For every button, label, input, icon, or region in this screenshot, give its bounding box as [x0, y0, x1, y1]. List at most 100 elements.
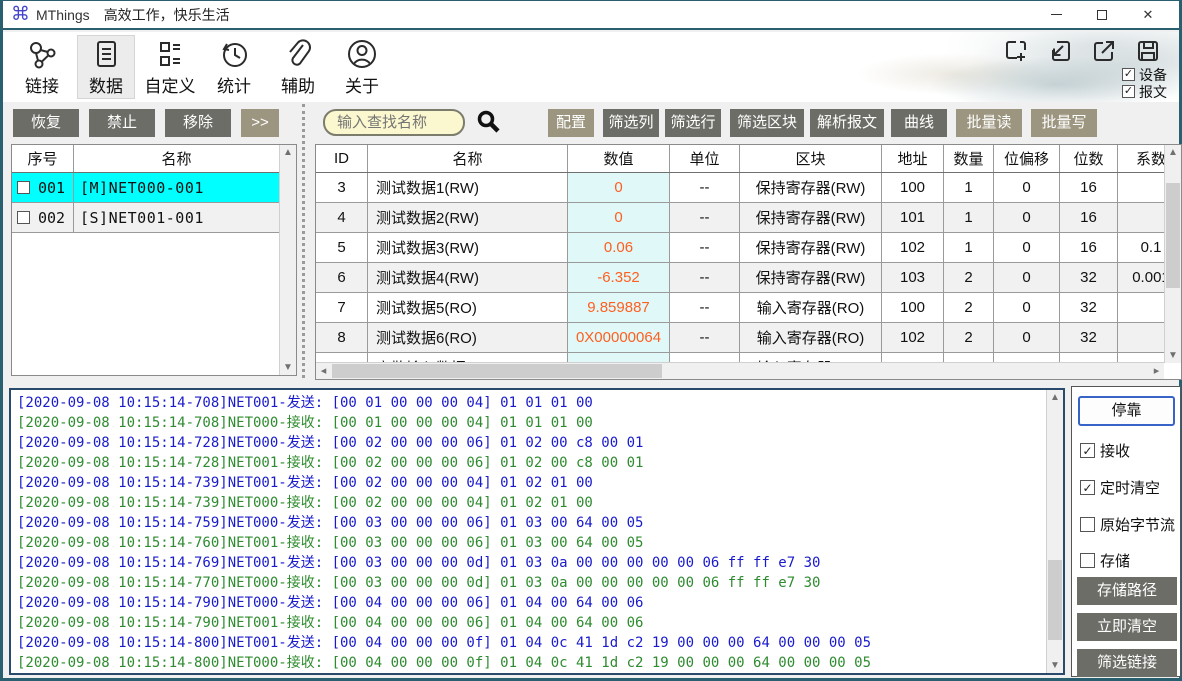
- store-checkbox[interactable]: [1080, 553, 1095, 568]
- table-row[interactable]: 3测试数据1(RW)0--保持寄存器(RW)1001016: [316, 173, 1182, 203]
- export-icon[interactable]: [1091, 38, 1117, 64]
- message-log-panel[interactable]: [2020-09-08 10:15:14-708]NET001-发送: [00 …: [9, 388, 1065, 675]
- curve-button[interactable]: 曲线: [891, 109, 947, 137]
- table-row[interactable]: 5测试数据3(RW)0.06--保持寄存器(RW)10210160.1: [316, 233, 1182, 263]
- filter-row-button[interactable]: 筛选行: [665, 109, 721, 137]
- device-row-name: [M]NET000-001: [74, 173, 281, 202]
- col-value[interactable]: 数值: [568, 145, 670, 172]
- disable-button[interactable]: 禁止: [89, 109, 155, 137]
- nav-item-about[interactable]: 关于: [333, 35, 391, 99]
- device-row-checkbox[interactable]: [17, 181, 30, 194]
- device-list-scrollbar[interactable]: ▲ ▼: [279, 145, 296, 375]
- device-row[interactable]: 002[S]NET001-001: [12, 203, 281, 233]
- cell-bitoff: 0: [994, 293, 1060, 322]
- cell-qty: 2: [944, 263, 994, 292]
- receive-checkbox[interactable]: [1080, 443, 1095, 458]
- panel-splitter[interactable]: [302, 104, 305, 378]
- batch-read-button[interactable]: 批量读: [956, 109, 1022, 137]
- minimize-button[interactable]: [1033, 1, 1079, 28]
- log-scrollbar[interactable]: ▲ ▼: [1046, 390, 1063, 673]
- maximize-button[interactable]: [1079, 1, 1125, 28]
- remove-button[interactable]: 移除: [165, 109, 231, 137]
- nav-item-link[interactable]: 链接: [13, 35, 71, 99]
- log-line: [2020-09-08 10:15:14-708]NET001-发送: [00 …: [17, 393, 1045, 413]
- filter-column-button[interactable]: 筛选列: [603, 109, 659, 137]
- cell-qty: 2: [944, 293, 994, 322]
- timed-clear-checkbox[interactable]: [1080, 480, 1095, 495]
- raw-bytes-label: 原始字节流: [1100, 514, 1175, 535]
- log-line: [2020-09-08 10:15:14-769]NET001-发送: [00 …: [17, 553, 1045, 573]
- filter-links-button[interactable]: 筛选链接: [1077, 649, 1177, 677]
- data-table-vscrollbar[interactable]: ▲ ▼: [1164, 145, 1181, 363]
- cell-value: 0: [568, 203, 670, 232]
- cell-bits: 32: [1060, 323, 1118, 352]
- cell-id: 4: [316, 203, 368, 232]
- device-checkbox[interactable]: [1122, 68, 1135, 81]
- cell-unit: --: [670, 173, 740, 202]
- log-line: [2020-09-08 10:15:14-739]NET001-发送: [00 …: [17, 473, 1045, 493]
- search-icon[interactable]: [475, 108, 503, 141]
- app-slogan: 高效工作，快乐生活: [104, 5, 230, 25]
- nav-item-assist[interactable]: 辅助: [269, 35, 327, 99]
- log-line: [2020-09-08 10:15:14-739]NET000-接收: [00 …: [17, 493, 1045, 513]
- nav-label: 关于: [345, 72, 379, 97]
- receive-toggle[interactable]: 接收: [1080, 440, 1130, 461]
- raw-bytes-checkbox[interactable]: [1080, 517, 1095, 532]
- device-toggle[interactable]: 设备: [1122, 66, 1167, 83]
- cell-block: 输入寄存器(RO): [740, 323, 882, 352]
- raw-bytes-toggle[interactable]: 原始字节流: [1080, 514, 1175, 535]
- filter-block-button[interactable]: 筛选区块: [730, 109, 804, 137]
- col-name[interactable]: 名称: [368, 145, 568, 172]
- app-window: ⌘ MThings 高效工作，快乐生活 ✕ 链接 数据 自定义: [0, 0, 1182, 681]
- cell-bitoff: 0: [994, 263, 1060, 292]
- title-bar: ⌘ MThings 高效工作，快乐生活 ✕: [3, 1, 1179, 30]
- maximize-icon: [1097, 10, 1107, 20]
- timed-clear-toggle[interactable]: 定时清空: [1080, 477, 1160, 498]
- nav-item-data[interactable]: 数据: [77, 35, 135, 99]
- message-toggle[interactable]: 报文: [1122, 83, 1167, 100]
- history-clock-icon: [218, 38, 250, 70]
- message-checkbox[interactable]: [1122, 85, 1135, 98]
- table-row[interactable]: 7测试数据5(RO)9.859887--输入寄存器(RO)1002032: [316, 293, 1182, 323]
- col-addr[interactable]: 地址: [882, 145, 944, 172]
- config-button[interactable]: 配置: [548, 109, 594, 137]
- device-list-body: 001[M]NET000-001002[S]NET001-001: [12, 173, 296, 233]
- col-unit[interactable]: 单位: [670, 145, 740, 172]
- table-row[interactable]: 4测试数据2(RW)0--保持寄存器(RW)1011016: [316, 203, 1182, 233]
- col-bitoffset[interactable]: 位偏移: [994, 145, 1060, 172]
- log-line: [2020-09-08 10:15:14-800]NET000-接收: [00 …: [17, 653, 1045, 673]
- import-icon[interactable]: [1047, 38, 1073, 64]
- timed-clear-label: 定时清空: [1100, 477, 1160, 498]
- data-table-hscrollbar[interactable]: ◂ ▸: [316, 362, 1164, 379]
- data-icon: [90, 38, 122, 70]
- cell-name: 测试数据4(RW): [368, 263, 568, 292]
- table-row[interactable]: 6测试数据4(RW)-6.352--保持寄存器(RW)10320320.001: [316, 263, 1182, 293]
- cell-bits: 32: [1060, 263, 1118, 292]
- search-input[interactable]: [323, 109, 465, 136]
- new-window-icon[interactable]: [1003, 38, 1029, 64]
- store-toggle[interactable]: 存储: [1080, 550, 1130, 571]
- clear-now-button[interactable]: 立即清空: [1077, 613, 1177, 641]
- save-icon[interactable]: [1135, 38, 1161, 64]
- nav-item-stats[interactable]: 统计: [205, 35, 263, 99]
- device-row[interactable]: 001[M]NET000-001: [12, 173, 281, 203]
- nav-item-custom[interactable]: 自定义: [141, 35, 199, 99]
- col-block[interactable]: 区块: [740, 145, 882, 172]
- batch-write-button[interactable]: 批量写: [1031, 109, 1097, 137]
- close-button[interactable]: ✕: [1125, 1, 1171, 28]
- dock-button[interactable]: 停靠: [1078, 396, 1175, 426]
- store-path-button[interactable]: 存储路径: [1077, 577, 1177, 605]
- cell-bits: 16: [1060, 233, 1118, 262]
- table-row[interactable]: 8测试数据6(RO)0X00000064--输入寄存器(RO)1022032: [316, 323, 1182, 353]
- data-table-body: 3测试数据1(RW)0--保持寄存器(RW)10010164测试数据2(RW)0…: [316, 173, 1181, 353]
- cell-unit: --: [670, 293, 740, 322]
- expand-button[interactable]: >>: [241, 109, 279, 137]
- device-row-checkbox[interactable]: [17, 211, 30, 224]
- parse-message-button[interactable]: 解析报文: [810, 109, 884, 137]
- col-id[interactable]: ID: [316, 145, 368, 172]
- col-qty[interactable]: 数量: [944, 145, 994, 172]
- restore-button[interactable]: 恢复: [13, 109, 79, 137]
- cell-value: 0.06: [568, 233, 670, 262]
- cell-unit: --: [670, 323, 740, 352]
- col-bits[interactable]: 位数: [1060, 145, 1118, 172]
